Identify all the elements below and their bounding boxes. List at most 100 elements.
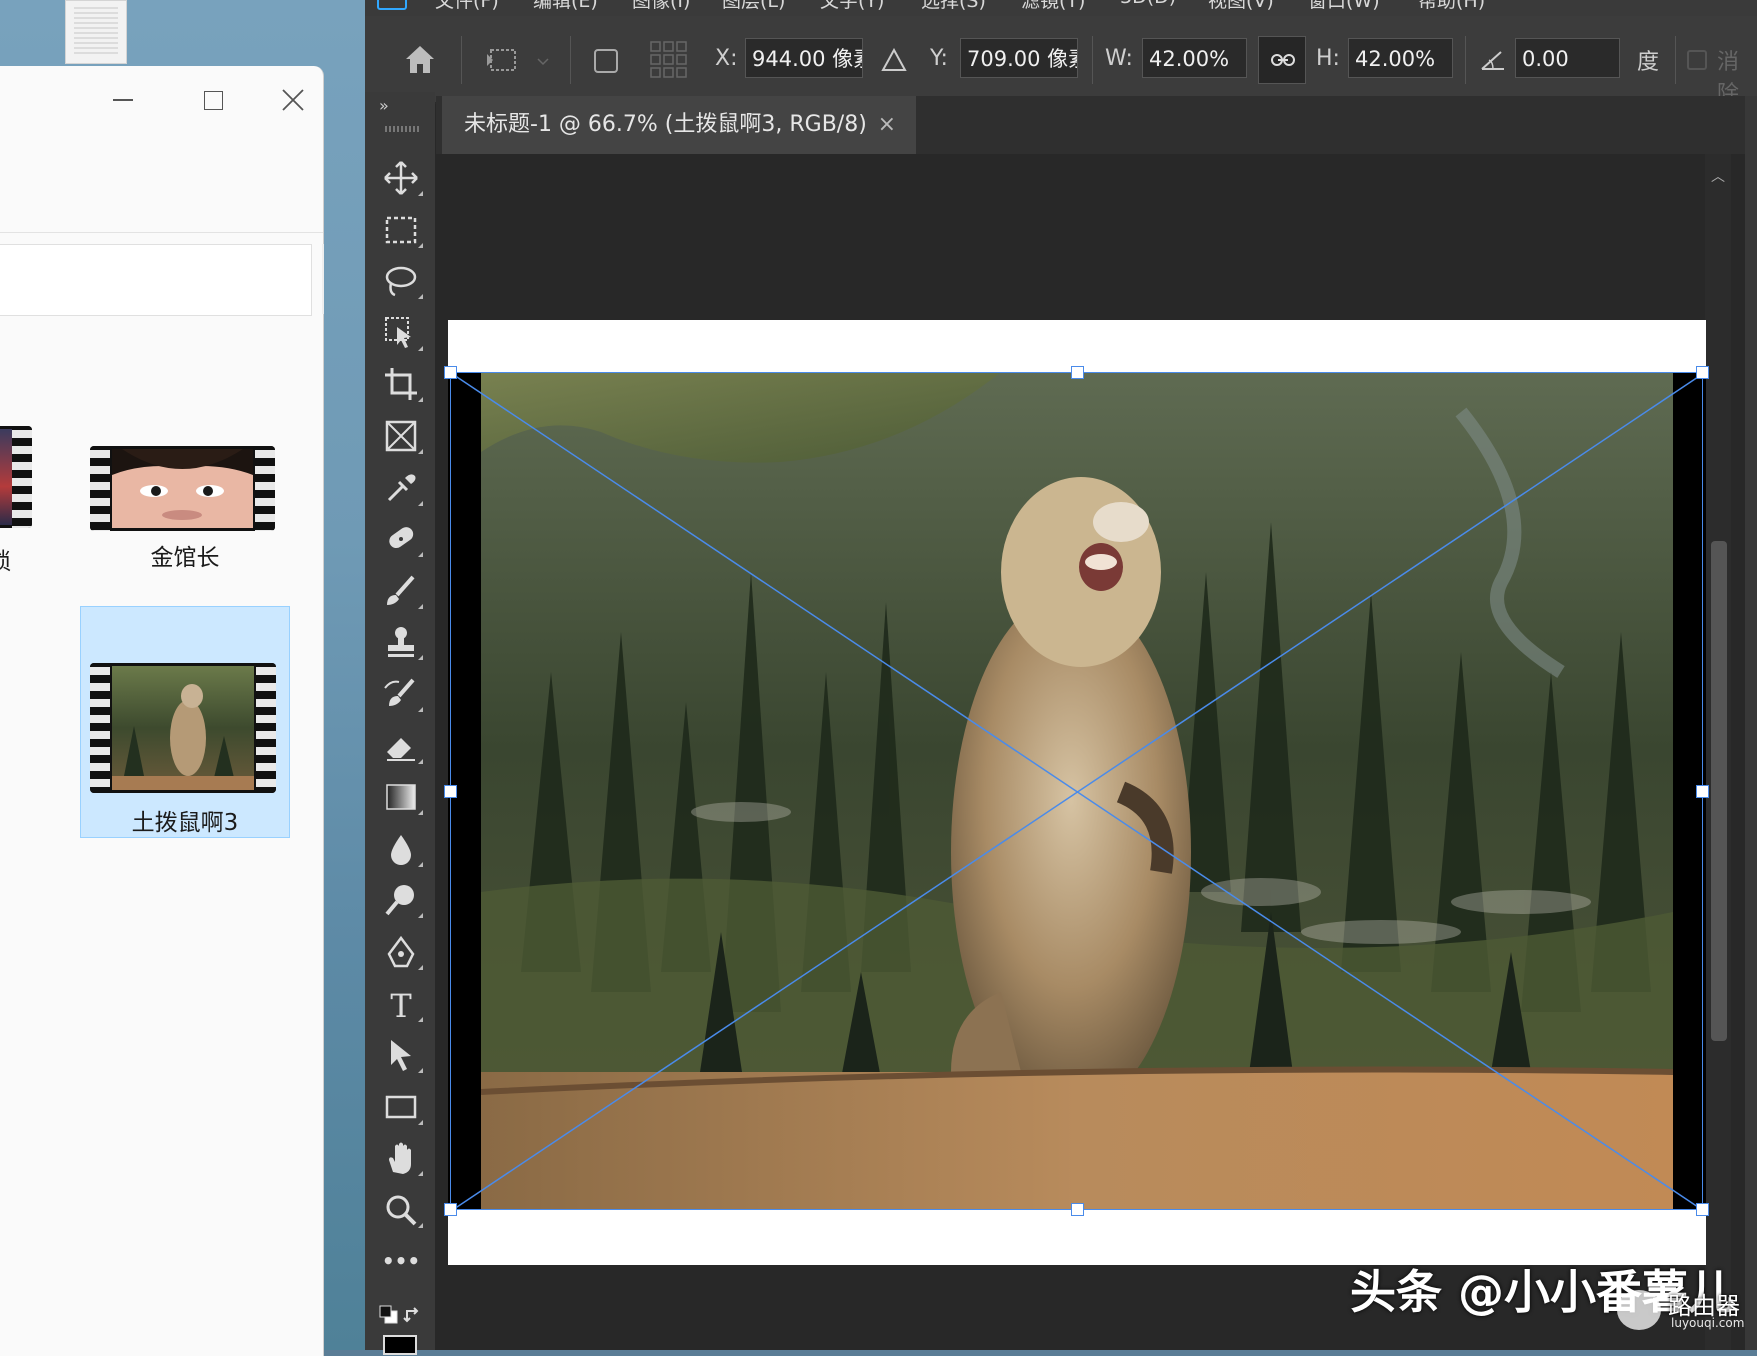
tool-flyout-indicator — [418, 552, 423, 557]
menu-3d[interactable]: 3D(D) — [1120, 0, 1176, 8]
gradient-tool[interactable] — [383, 779, 423, 815]
menu-filter[interactable]: 滤镜(T) — [1021, 0, 1085, 13]
menu-help[interactable]: 帮助(H) — [1418, 0, 1485, 13]
eraser-tool[interactable] — [383, 728, 423, 764]
menu-image[interactable]: 图像(I) — [632, 0, 690, 13]
close-button[interactable] — [263, 80, 323, 120]
eyedropper-tool[interactable] — [383, 470, 423, 506]
menu-edit[interactable]: 编辑(E) — [533, 0, 598, 13]
menu-view[interactable]: 视图(V) — [1208, 0, 1274, 13]
svg-text:•••: ••• — [383, 1249, 419, 1273]
options-bar: X: 944.00 像素 Y: 709.00 像素 W: 42.00% H: 4… — [365, 16, 1757, 107]
blur-tool[interactable] — [383, 831, 423, 867]
transform-handle-top-left[interactable] — [444, 366, 457, 379]
history-brush-tool[interactable] — [383, 676, 423, 712]
x-label: X: — [715, 46, 738, 71]
transform-handle-bottom[interactable] — [1071, 1203, 1084, 1216]
transform-handle-top[interactable] — [1071, 366, 1084, 379]
maximize-button[interactable] — [183, 80, 243, 120]
address-bar[interactable] — [0, 244, 312, 316]
hand-tool[interactable] — [383, 1140, 423, 1176]
transform-handle-right[interactable] — [1696, 785, 1709, 798]
brush-icon — [387, 575, 415, 605]
tool-flyout-indicator — [418, 604, 423, 609]
svg-text:T: T — [390, 987, 412, 1022]
zoom-icon — [386, 1195, 417, 1226]
reference-point-checkbox-icon[interactable] — [593, 48, 619, 74]
dodge-icon — [385, 885, 414, 916]
transform-handle-left[interactable] — [444, 785, 457, 798]
rotation-field[interactable]: 0.00 — [1515, 38, 1620, 78]
antialias-checkbox[interactable] — [1687, 50, 1707, 70]
link-ratio-button[interactable] — [1258, 36, 1306, 84]
free-transform-box[interactable] — [444, 366, 1709, 1216]
frame-icon — [385, 420, 417, 452]
address-separator — [322, 244, 324, 314]
tool-flyout-indicator — [418, 1171, 423, 1176]
object-select-tool[interactable] — [383, 315, 423, 351]
healing-tool[interactable] — [383, 521, 423, 557]
more-tool[interactable]: ••• — [382, 1244, 420, 1280]
reference-point-grid-icon[interactable] — [649, 40, 689, 80]
chevron-down-icon[interactable] — [537, 58, 549, 66]
type-tool[interactable]: T — [383, 986, 423, 1025]
marmot-thumbnail — [112, 666, 254, 790]
minimize-button[interactable] — [93, 80, 153, 120]
height-field[interactable]: 42.00% — [1348, 38, 1453, 78]
transform-handle-bottom-right[interactable] — [1696, 1203, 1709, 1216]
dodge-tool[interactable] — [383, 882, 423, 918]
collapse-panel-button[interactable]: » — [379, 96, 389, 115]
zoom-tool[interactable] — [383, 1192, 423, 1228]
object-select-icon — [385, 317, 411, 348]
tool-flyout-indicator — [418, 397, 423, 402]
frame-tool[interactable] — [383, 418, 423, 454]
menu-type[interactable]: 文字(Y) — [820, 0, 884, 13]
desktop-file-icon[interactable] — [65, 0, 127, 64]
stamp-tool[interactable] — [383, 624, 423, 660]
foreground-color-swatch[interactable] — [383, 1335, 417, 1355]
explorer-divider — [0, 232, 323, 233]
file-item-selected[interactable]: 土拨鼠啊3 — [80, 606, 290, 838]
scroll-thumb[interactable] — [1711, 541, 1727, 1041]
menu-select[interactable]: 选择(S) — [921, 0, 986, 13]
panel-grip[interactable] — [385, 126, 421, 132]
scroll-up-icon[interactable]: ︿ — [1711, 166, 1725, 186]
color-swatches[interactable] — [379, 1305, 423, 1355]
document-tab-title: 未标题-1 @ 66.7% (土拨鼠啊3, RGB/8) — [464, 112, 867, 137]
tab-close-icon[interactable]: × — [878, 96, 896, 154]
crop-tool[interactable] — [383, 366, 423, 402]
lasso-tool[interactable] — [383, 263, 423, 299]
vertical-scrollbar[interactable]: ︿ — [1705, 154, 1731, 1350]
file-item[interactable] — [0, 614, 4, 794]
type-icon: T — [390, 987, 412, 1025]
home-icon[interactable] — [403, 42, 437, 76]
close-icon — [282, 89, 304, 111]
menu-file[interactable]: 文件(F) — [435, 0, 499, 13]
tool-flyout-indicator — [418, 759, 423, 764]
maximize-icon — [203, 90, 223, 110]
menu-window[interactable]: 窗口(W) — [1308, 0, 1380, 13]
menu-bar: 文件(F) 编辑(E) 图像(I) 图层(L) 文字(Y) 选择(S) 滤镜(T… — [365, 0, 1757, 16]
delta-icon[interactable] — [881, 48, 907, 72]
brush-tool[interactable] — [383, 573, 423, 609]
menu-layer[interactable]: 图层(L) — [722, 0, 785, 13]
pen-tool[interactable] — [383, 934, 423, 970]
transform-handle-top-right[interactable] — [1696, 366, 1709, 379]
video-thumbnail — [0, 426, 32, 528]
angle-unit-label: 度 — [1637, 50, 1660, 75]
y-position-field[interactable]: 709.00 像素 — [960, 38, 1078, 78]
file-item[interactable]: 琐 — [0, 426, 40, 575]
tool-flyout-indicator — [418, 501, 423, 506]
x-position-field[interactable]: 944.00 像素 — [745, 38, 863, 78]
width-field[interactable]: 42.00% — [1142, 38, 1247, 78]
transform-handle-bottom-left[interactable] — [444, 1203, 457, 1216]
history-brush-icon — [384, 678, 415, 706]
path-select-tool[interactable] — [383, 1037, 423, 1073]
rectangle-tool[interactable] — [383, 1089, 423, 1125]
move-tool[interactable] — [383, 160, 423, 196]
brand-url: luyouqi.com — [1671, 1316, 1745, 1330]
document-tab[interactable]: 未标题-1 @ 66.7% (土拨鼠啊3, RGB/8) × — [442, 96, 916, 154]
eyedropper-icon — [387, 474, 416, 502]
transform-reference-icon[interactable] — [485, 44, 525, 76]
marquee-tool[interactable] — [383, 212, 423, 248]
